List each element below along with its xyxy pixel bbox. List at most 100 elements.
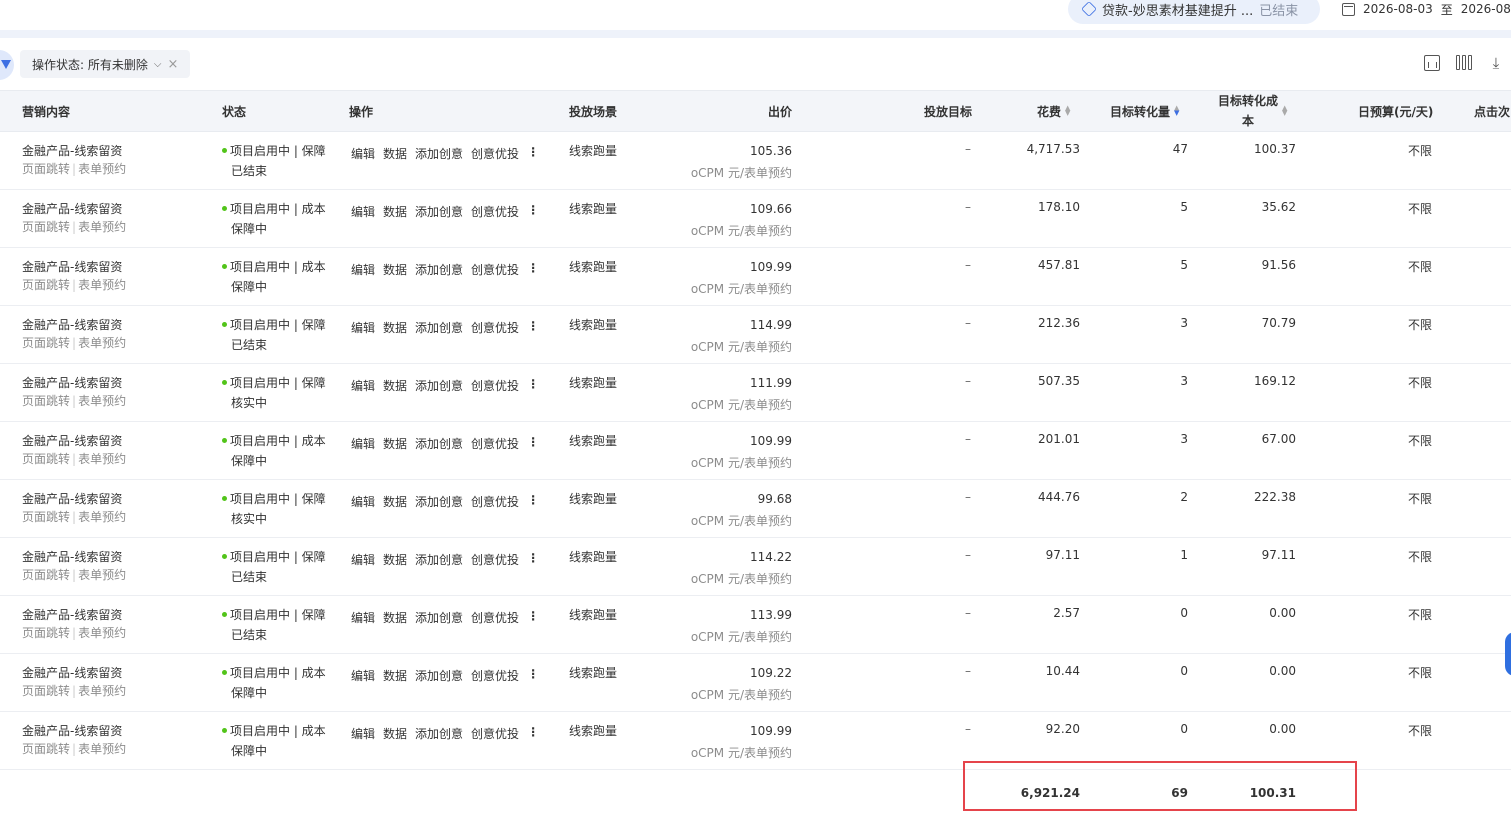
chevron-down-icon[interactable]: ⌵ (154, 59, 162, 70)
floating-assistant-button[interactable] (1505, 632, 1511, 676)
more-icon[interactable]: ⋮ (527, 203, 539, 220)
data-link[interactable]: 数据 (383, 609, 407, 626)
budget-value[interactable]: 不限 (1408, 664, 1432, 681)
sort-icon[interactable]: ▲ ▼ (1065, 105, 1070, 117)
bid-value[interactable]: 114.22 (750, 550, 792, 564)
edit-link[interactable]: 编辑 (351, 551, 375, 568)
budget-value[interactable]: 不限 (1408, 316, 1432, 333)
creative-optimize-link[interactable]: 创意优投 (471, 319, 519, 336)
budget-value[interactable]: 不限 (1408, 374, 1432, 391)
data-link[interactable]: 数据 (383, 551, 407, 568)
bid-value[interactable]: 109.99 (750, 434, 792, 448)
creative-optimize-link[interactable]: 创意优投 (471, 261, 519, 278)
bid-value[interactable]: 109.99 (750, 724, 792, 738)
more-icon[interactable]: ⋮ (527, 493, 539, 510)
bid-value[interactable]: 109.99 (750, 260, 792, 274)
more-icon[interactable]: ⋮ (527, 551, 539, 568)
content-title[interactable]: 金融产品-线索留资 (22, 258, 122, 275)
creative-optimize-link[interactable]: 创意优投 (471, 145, 519, 162)
column-header-conv[interactable]: 目标转化量 ▲ ▼ (1110, 91, 1179, 131)
content-title[interactable]: 金融产品-线索留资 (22, 490, 122, 507)
data-link[interactable]: 数据 (383, 377, 407, 394)
creative-optimize-link[interactable]: 创意优投 (471, 551, 519, 568)
more-icon[interactable]: ⋮ (527, 725, 539, 742)
data-link[interactable]: 数据 (383, 145, 407, 162)
add-creative-link[interactable]: 添加创意 (415, 435, 463, 452)
budget-value[interactable]: 不限 (1408, 490, 1432, 507)
bid-value[interactable]: 111.99 (750, 376, 792, 390)
creative-optimize-link[interactable]: 创意优投 (471, 725, 519, 742)
creative-optimize-link[interactable]: 创意优投 (471, 203, 519, 220)
data-link[interactable]: 数据 (383, 261, 407, 278)
bid-value[interactable]: 99.68 (758, 492, 792, 506)
edit-link[interactable]: 编辑 (351, 319, 375, 336)
content-title[interactable]: 金融产品-线索留资 (22, 606, 122, 623)
more-icon[interactable]: ⋮ (527, 377, 539, 394)
add-creative-link[interactable]: 添加创意 (415, 725, 463, 742)
bid-value[interactable]: 113.99 (750, 608, 792, 622)
budget-value[interactable]: 不限 (1408, 606, 1432, 623)
bid-value[interactable]: 109.66 (750, 202, 792, 216)
more-icon[interactable]: ⋮ (527, 609, 539, 626)
creative-optimize-link[interactable]: 创意优投 (471, 493, 519, 510)
add-creative-link[interactable]: 添加创意 (415, 145, 463, 162)
more-icon[interactable]: ⋮ (527, 435, 539, 452)
data-link[interactable]: 数据 (383, 435, 407, 452)
edit-link[interactable]: 编辑 (351, 493, 375, 510)
budget-value[interactable]: 不限 (1408, 722, 1432, 739)
creative-optimize-link[interactable]: 创意优投 (471, 377, 519, 394)
more-icon[interactable]: ⋮ (527, 319, 539, 336)
edit-link[interactable]: 编辑 (351, 377, 375, 394)
budget-value[interactable]: 不限 (1408, 548, 1432, 565)
content-title[interactable]: 金融产品-线索留资 (22, 548, 122, 565)
budget-value[interactable]: 不限 (1408, 258, 1432, 275)
filter-icon[interactable] (0, 50, 14, 80)
bid-value[interactable]: 114.99 (750, 318, 792, 332)
content-title[interactable]: 金融产品-线索留资 (22, 722, 122, 739)
columns-icon[interactable] (1456, 55, 1472, 71)
column-header-cost[interactable]: 花费 ▲ ▼ (1037, 91, 1070, 131)
project-selector[interactable]: 贷款-妙思素材基建提升 ... 已结束 (1068, 0, 1320, 24)
bid-value[interactable]: 109.22 (750, 666, 792, 680)
close-icon[interactable]: × (167, 57, 178, 72)
sort-icon[interactable]: ▲ ▼ (1282, 105, 1287, 117)
download-icon[interactable]: ⤓ (1488, 55, 1504, 71)
edit-link[interactable]: 编辑 (351, 203, 375, 220)
content-title[interactable]: 金融产品-线索留资 (22, 374, 122, 391)
edit-link[interactable]: 编辑 (351, 261, 375, 278)
data-link[interactable]: 数据 (383, 667, 407, 684)
add-creative-link[interactable]: 添加创意 (415, 319, 463, 336)
data-link[interactable]: 数据 (383, 319, 407, 336)
filter-tag[interactable]: 操作状态: 所有未删除 ⌵ × (20, 50, 191, 78)
more-icon[interactable]: ⋮ (527, 145, 539, 162)
budget-value[interactable]: 不限 (1408, 432, 1432, 449)
more-icon[interactable]: ⋮ (527, 261, 539, 278)
content-title[interactable]: 金融产品-线索留资 (22, 142, 122, 159)
add-creative-link[interactable]: 添加创意 (415, 261, 463, 278)
more-icon[interactable]: ⋮ (527, 667, 539, 684)
column-header-cpa[interactable]: 目标转化成 本 ▲ ▼ (1218, 91, 1287, 131)
creative-optimize-link[interactable]: 创意优投 (471, 609, 519, 626)
edit-link[interactable]: 编辑 (351, 609, 375, 626)
date-range-picker[interactable]: 2026-08-03 至 2026-08-03 (1342, 0, 1511, 18)
add-creative-link[interactable]: 添加创意 (415, 493, 463, 510)
edit-link[interactable]: 编辑 (351, 725, 375, 742)
creative-optimize-link[interactable]: 创意优投 (471, 667, 519, 684)
content-title[interactable]: 金融产品-线索留资 (22, 200, 122, 217)
add-creative-link[interactable]: 添加创意 (415, 377, 463, 394)
edit-link[interactable]: 编辑 (351, 435, 375, 452)
creative-optimize-link[interactable]: 创意优投 (471, 435, 519, 452)
budget-value[interactable]: 不限 (1408, 142, 1432, 159)
add-creative-link[interactable]: 添加创意 (415, 609, 463, 626)
budget-value[interactable]: 不限 (1408, 200, 1432, 217)
bid-value[interactable]: 105.36 (750, 144, 792, 158)
chart-icon[interactable] (1424, 55, 1440, 71)
add-creative-link[interactable]: 添加创意 (415, 551, 463, 568)
edit-link[interactable]: 编辑 (351, 667, 375, 684)
data-link[interactable]: 数据 (383, 203, 407, 220)
data-link[interactable]: 数据 (383, 493, 407, 510)
add-creative-link[interactable]: 添加创意 (415, 667, 463, 684)
content-title[interactable]: 金融产品-线索留资 (22, 432, 122, 449)
content-title[interactable]: 金融产品-线索留资 (22, 664, 122, 681)
sort-icon[interactable]: ▲ ▼ (1174, 105, 1179, 117)
